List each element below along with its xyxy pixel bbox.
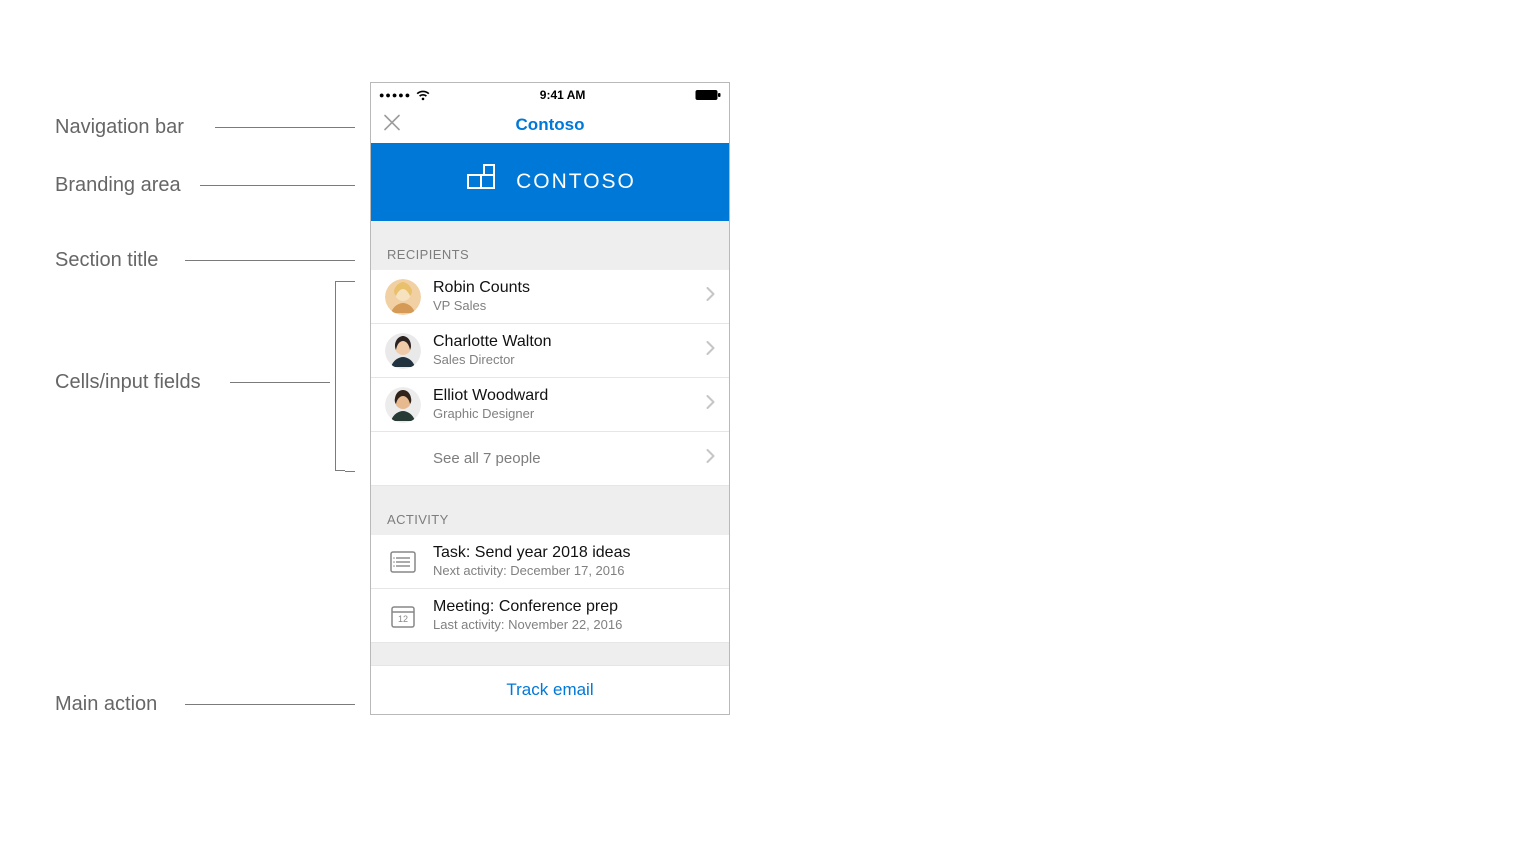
annotation-branding-area: Branding area	[55, 174, 181, 197]
battery-icon	[695, 89, 721, 101]
recipient-name: Elliot Woodward	[433, 386, 698, 405]
wifi-icon	[416, 90, 430, 101]
annotation-line	[345, 471, 355, 472]
annotation-main-action: Main action	[55, 693, 157, 716]
annotation-line	[230, 382, 330, 383]
annotation-line	[345, 281, 355, 282]
see-all-label: See all 7 people	[433, 450, 698, 468]
recipient-role: Graphic Designer	[433, 406, 698, 423]
avatar	[385, 333, 421, 369]
annotation-cells: Cells/input fields	[55, 371, 201, 394]
activity-row[interactable]: Task: Send year 2018 ideas Next activity…	[371, 535, 729, 589]
list-icon	[385, 549, 421, 575]
recipient-name: Charlotte Walton	[433, 332, 698, 351]
phone-frame: ●●●●● 9:41 AM Contoso	[370, 82, 730, 715]
branding-area: CONTOSO	[371, 143, 729, 221]
avatar	[385, 279, 421, 315]
recipient-name: Robin Counts	[433, 278, 698, 297]
track-email-button[interactable]: Track email	[371, 665, 729, 714]
activity-title: Meeting: Conference prep	[433, 597, 715, 616]
section-spacer	[371, 486, 729, 512]
status-bar: ●●●●● 9:41 AM	[371, 83, 729, 107]
recipient-row[interactable]: Elliot Woodward Graphic Designer	[371, 378, 729, 432]
chevron-right-icon	[706, 395, 715, 414]
signal-dots-icon: ●●●●●	[379, 90, 411, 100]
close-icon[interactable]	[383, 114, 401, 137]
branding-label: CONTOSO	[516, 170, 636, 194]
activity-sub: Next activity: December 17, 2016	[433, 563, 715, 580]
chevron-right-icon	[706, 449, 715, 468]
activity-row[interactable]: 12 Meeting: Conference prep Last activit…	[371, 589, 729, 643]
annotation-line	[200, 185, 355, 186]
nav-title: Contoso	[516, 115, 585, 135]
annotation-line	[215, 127, 355, 128]
svg-text:12: 12	[398, 614, 408, 624]
recipient-role: Sales Director	[433, 352, 698, 369]
status-time: 9:41 AM	[540, 88, 586, 102]
see-all-button[interactable]: See all 7 people	[371, 432, 729, 486]
section-header-recipients: RECIPIENTS	[371, 247, 729, 270]
navigation-bar: Contoso	[371, 107, 729, 143]
chevron-right-icon	[706, 287, 715, 306]
recipient-row[interactable]: Robin Counts VP Sales	[371, 270, 729, 324]
calendar-icon: 12	[385, 603, 421, 629]
chevron-right-icon	[706, 341, 715, 360]
activity-sub: Last activity: November 22, 2016	[433, 617, 715, 634]
annotation-line	[185, 704, 355, 705]
section-header-activity: ACTIVITY	[371, 512, 729, 535]
annotation-bracket	[335, 281, 345, 471]
annotation-section-title: Section title	[55, 249, 158, 272]
annotation-line	[185, 260, 355, 261]
section-spacer	[371, 643, 729, 665]
recipient-role: VP Sales	[433, 298, 698, 315]
contoso-logo-icon	[464, 161, 502, 204]
avatar	[385, 387, 421, 423]
section-spacer	[371, 221, 729, 247]
activity-title: Task: Send year 2018 ideas	[433, 543, 715, 562]
annotation-navigation-bar: Navigation bar	[55, 116, 184, 139]
recipient-row[interactable]: Charlotte Walton Sales Director	[371, 324, 729, 378]
